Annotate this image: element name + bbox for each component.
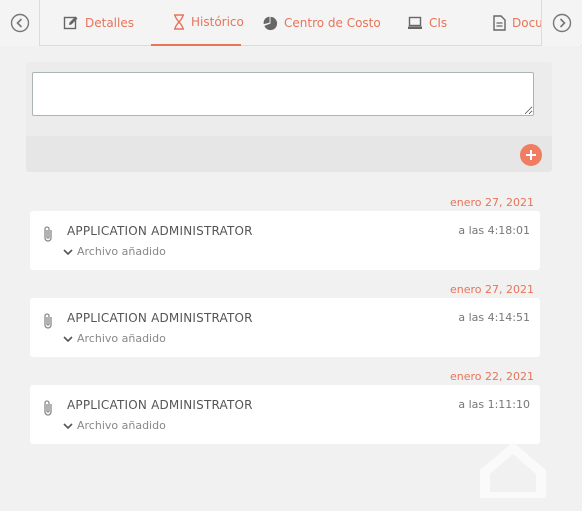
paperclip-icon	[42, 399, 54, 421]
chevron-down-icon	[63, 335, 73, 343]
chevron-down-icon	[63, 422, 73, 430]
scroll-left-button[interactable]	[0, 0, 40, 46]
add-comment-button[interactable]	[520, 144, 542, 166]
tab-bar: Detalles Histórico Centro de Costo CIs D…	[0, 0, 582, 46]
plus-icon	[526, 150, 536, 160]
history-entry: APPLICATION ADMINISTRATOR a las 4:18:01 …	[30, 211, 540, 270]
entry-user: APPLICATION ADMINISTRATOR	[67, 311, 253, 325]
comment-input[interactable]	[32, 72, 534, 116]
comment-compose-panel	[26, 62, 552, 172]
hourglass-icon	[173, 14, 185, 30]
entry-action-toggle[interactable]: Archivo añadido	[63, 245, 166, 258]
entry-time: a las 4:18:01	[458, 224, 530, 237]
entry-time: a las 1:11:10	[458, 398, 530, 411]
tab-label: CIs	[429, 16, 448, 30]
paperclip-icon	[42, 225, 54, 247]
chevron-left-icon	[10, 13, 29, 33]
entry-action-label: Archivo añadido	[77, 245, 166, 258]
history-entry: APPLICATION ADMINISTRATOR a las 4:14:51 …	[30, 298, 540, 357]
entry-action-toggle[interactable]: Archivo añadido	[63, 332, 166, 345]
compose-top	[26, 62, 552, 136]
tab-label: Histórico	[191, 15, 244, 29]
entry-action-toggle[interactable]: Archivo añadido	[63, 419, 166, 432]
entry-action-label: Archivo añadido	[77, 332, 166, 345]
tab-label: Centro de Costo	[284, 16, 381, 30]
entry-time: a las 4:14:51	[458, 311, 530, 324]
laptop-icon	[407, 15, 423, 31]
history-entry: APPLICATION ADMINISTRATOR a las 1:11:10 …	[30, 385, 540, 444]
tab-label: Detalles	[85, 16, 134, 30]
entry-date: enero 27, 2021	[450, 283, 534, 296]
entry-date: enero 22, 2021	[450, 370, 534, 383]
tab-centro-de-costo[interactable]: Centro de Costo	[263, 0, 381, 46]
tab-historico[interactable]: Histórico	[151, 0, 244, 46]
scroll-right-button[interactable]	[541, 0, 581, 46]
pie-chart-icon	[263, 16, 278, 31]
entry-user: APPLICATION ADMINISTRATOR	[67, 224, 253, 238]
chevron-right-icon	[552, 13, 571, 33]
edit-icon	[63, 15, 79, 31]
paperclip-icon	[42, 312, 54, 334]
tab-label: Documentos	[512, 16, 541, 30]
entry-date: enero 27, 2021	[450, 196, 534, 209]
tab-cis[interactable]: CIs	[407, 0, 447, 46]
tabs-strip: Detalles Histórico Centro de Costo CIs D…	[41, 0, 541, 46]
home-watermark-icon	[480, 442, 546, 498]
tab-detalles[interactable]: Detalles	[63, 0, 134, 46]
document-icon	[493, 15, 506, 31]
chevron-down-icon	[63, 248, 73, 256]
entry-user: APPLICATION ADMINISTRATOR	[67, 398, 253, 412]
entry-action-label: Archivo añadido	[77, 419, 166, 432]
tab-documentos[interactable]: Documentos	[493, 0, 541, 46]
